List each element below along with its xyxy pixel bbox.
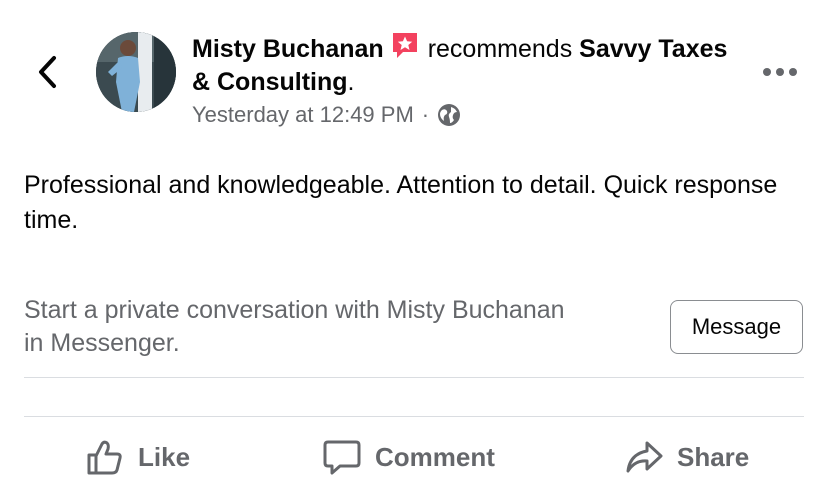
post-meta: Yesterday at 12:49 PM · <box>192 102 461 128</box>
message-button[interactable]: Message <box>670 300 803 354</box>
share-label: Share <box>677 441 750 472</box>
review-text: Professional and knowledgeable. Attentio… <box>24 171 778 234</box>
author-name[interactable]: Misty Buchanan <box>192 35 384 63</box>
like-label: Like <box>138 441 191 472</box>
avatar-photo <box>96 32 176 112</box>
divider-top <box>24 377 804 378</box>
back-button[interactable] <box>30 52 64 92</box>
more-dots-icon <box>763 68 797 76</box>
recommends-verb: recommends <box>427 35 573 63</box>
page-name-suffix: . <box>347 68 355 96</box>
share-arrow-icon <box>626 441 663 473</box>
like-button[interactable]: Like <box>86 432 190 482</box>
comment-label: Comment <box>375 441 495 472</box>
thumbs-up-icon <box>87 440 122 475</box>
recommendation-star-icon <box>390 30 420 60</box>
meta-separator: · <box>421 102 430 127</box>
comment-bubble-icon <box>323 440 361 475</box>
messenger-prompt: Start a private conversation with Misty … <box>24 296 565 357</box>
timestamp[interactable]: Yesterday at 12:49 PM <box>192 102 414 128</box>
post-header: Misty Buchanan recommends Savvy Taxes & … <box>192 30 732 99</box>
divider-bottom <box>24 416 804 417</box>
globe-icon <box>438 104 461 126</box>
post-detail: Misty Buchanan recommends Savvy Taxes & … <box>0 0 817 493</box>
share-button[interactable]: Share <box>625 432 749 482</box>
avatar[interactable] <box>96 32 176 112</box>
more-options-button[interactable] <box>760 60 800 84</box>
chevron-left-icon <box>39 56 56 88</box>
comment-button[interactable]: Comment <box>323 432 495 482</box>
